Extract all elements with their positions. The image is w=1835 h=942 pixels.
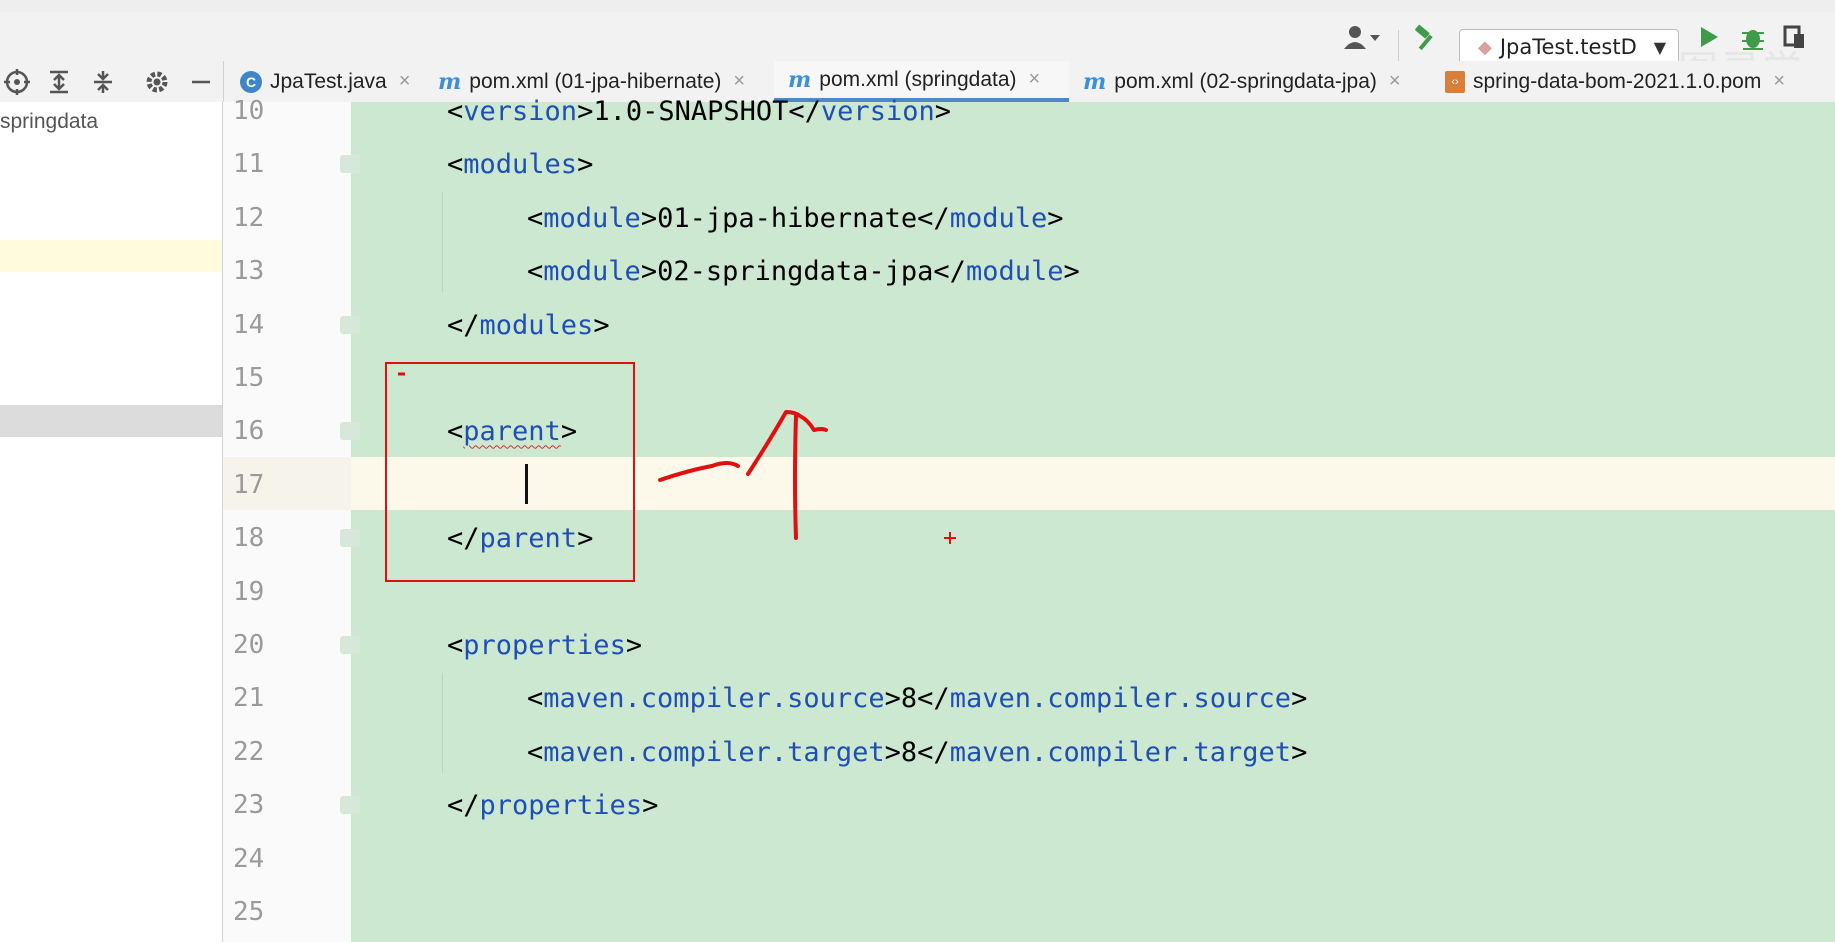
annotation-arrow-shaft (793, 414, 798, 540)
annotation-arrow-stroke (658, 410, 828, 482)
annotation-plus-mark (944, 532, 956, 544)
annotation-drawing (398, 372, 956, 544)
